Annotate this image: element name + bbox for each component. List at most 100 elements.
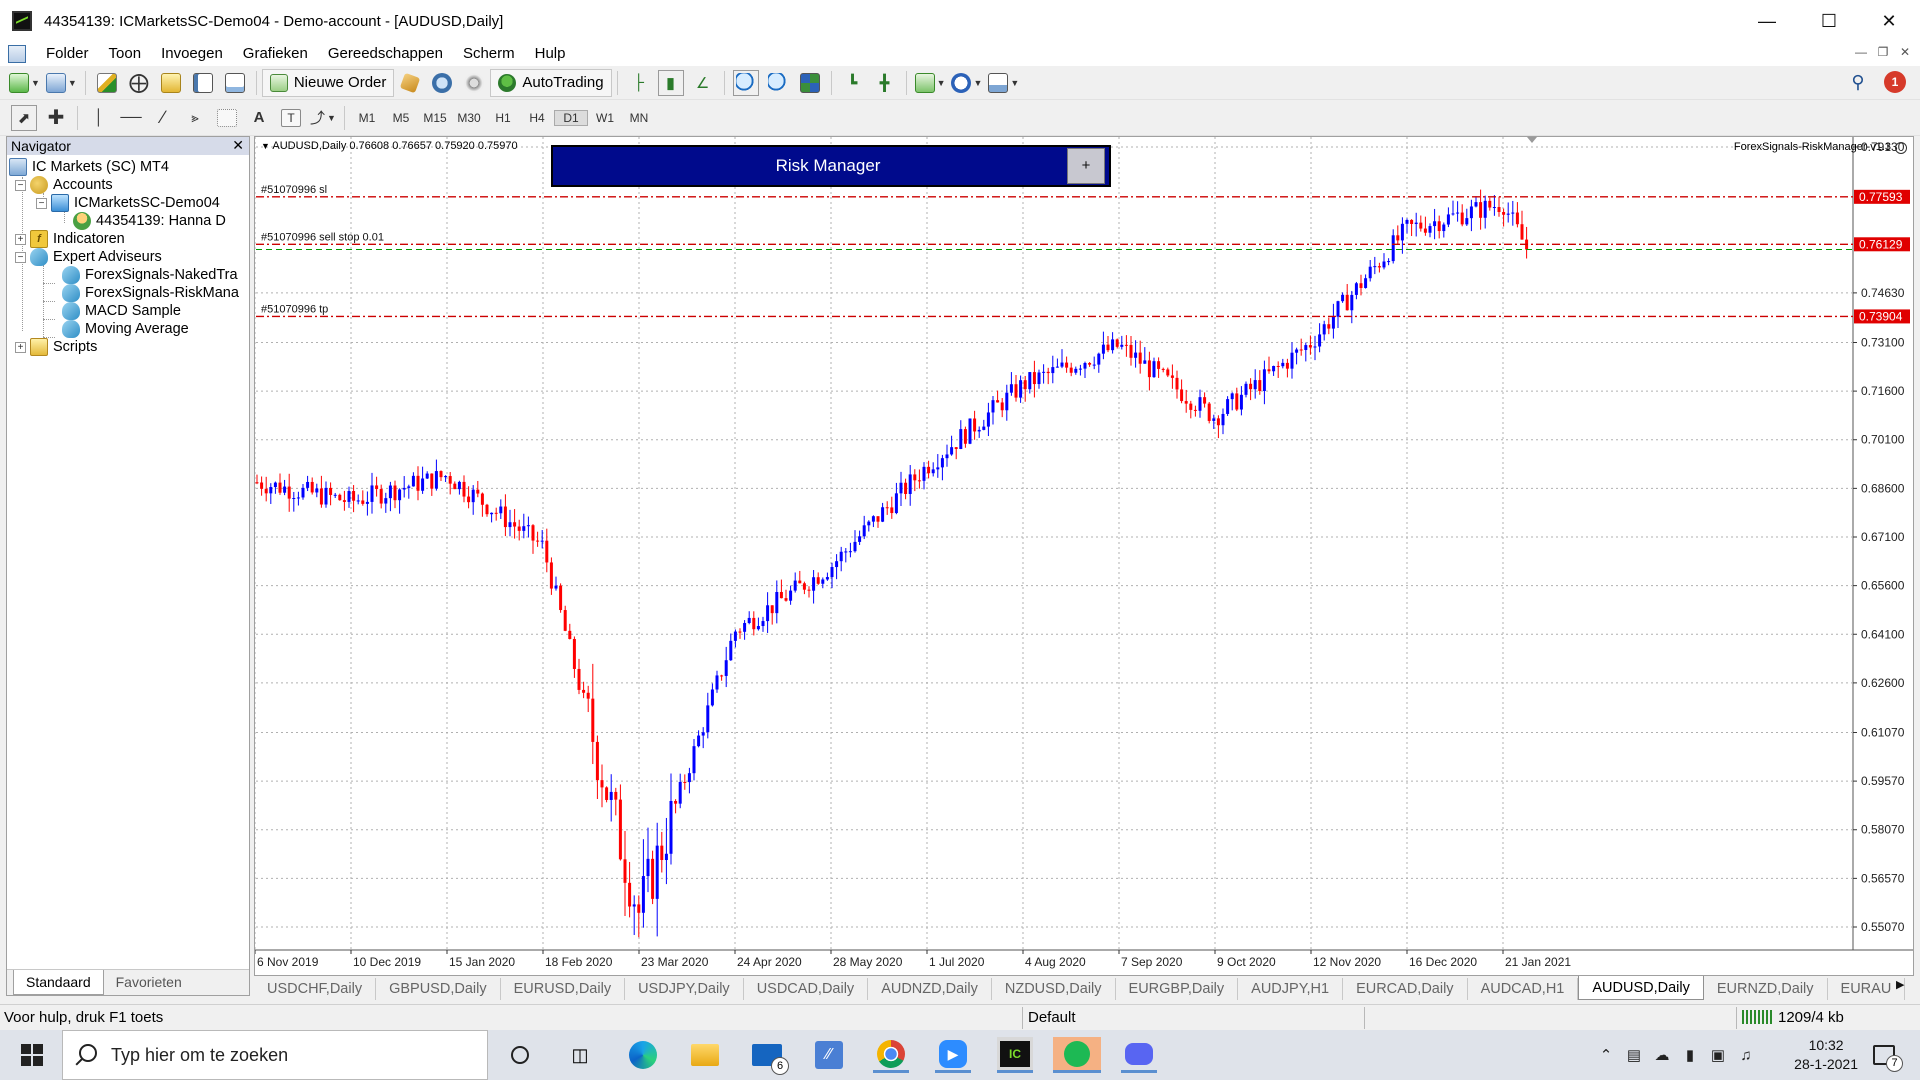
chart-shift-icon[interactable]: ┗ xyxy=(840,70,866,96)
new-order-button[interactable]: Nieuwe Order xyxy=(261,68,395,97)
vscode-like-icon[interactable]: ∕∕ xyxy=(811,1037,847,1073)
arrows-icon[interactable]: ⤴ ▼ xyxy=(310,105,336,131)
close-button[interactable]: ✕ xyxy=(1860,0,1918,42)
edge-icon[interactable] xyxy=(625,1037,661,1073)
discord-icon[interactable] xyxy=(1121,1037,1157,1073)
ea-smiley-icon[interactable] xyxy=(1895,142,1907,154)
tray-overflow-icon[interactable]: ⌃ xyxy=(1592,1046,1620,1064)
windows-start-icon[interactable] xyxy=(14,1037,50,1073)
risk-manager-expand-button[interactable]: + xyxy=(1067,148,1105,184)
line-chart-icon[interactable]: ∠ xyxy=(690,70,716,96)
autotrading-button[interactable]: AutoTrading xyxy=(490,68,612,97)
timeframe-m1[interactable]: M1 xyxy=(350,111,384,125)
zoom-icon[interactable]: ▶ xyxy=(935,1037,971,1073)
menu-gereedschappen[interactable]: Gereedschappen xyxy=(318,42,453,66)
market-icon[interactable] xyxy=(461,70,487,96)
metaeditor-icon[interactable] xyxy=(397,70,423,96)
chart-tab[interactable]: EURGBP,Daily xyxy=(1116,978,1239,1000)
templates-icon[interactable]: ▼ xyxy=(988,70,1019,96)
menu-toon[interactable]: Toon xyxy=(99,42,152,66)
tabs-scroll-right-icon[interactable]: ▶ xyxy=(1896,978,1904,991)
chrome-icon[interactable] xyxy=(873,1037,909,1073)
chart-tab[interactable]: AUDJPY,H1 xyxy=(1238,978,1344,1000)
mail-icon[interactable]: 6 xyxy=(749,1037,789,1075)
chart-menu-arrow-icon[interactable]: ▼ xyxy=(261,141,270,151)
equidistant-channel-icon[interactable]: ⪢ xyxy=(182,105,208,131)
timeframe-d1[interactable]: D1 xyxy=(554,109,588,126)
menu-invoegen[interactable]: Invoegen xyxy=(151,42,233,66)
chart-tab[interactable]: EURUSD,Daily xyxy=(501,978,626,1000)
mdi-close-icon[interactable]: ✕ xyxy=(1896,45,1914,59)
collapse-icon[interactable]: − xyxy=(15,179,26,191)
chart-tab[interactable]: NZDUSD,Daily xyxy=(992,978,1116,1000)
mdi-restore-icon[interactable]: ❐ xyxy=(1874,45,1892,59)
spotify-icon[interactable] xyxy=(1053,1037,1101,1073)
chart-tab[interactable]: USDCHF,Daily xyxy=(254,978,377,1000)
signals-icon[interactable] xyxy=(429,70,455,96)
periods-icon[interactable]: ▼ xyxy=(951,70,982,96)
file-explorer-icon[interactable] xyxy=(687,1037,723,1073)
mdi-minimize-icon[interactable]: — xyxy=(1852,45,1870,59)
navigator-icon[interactable] xyxy=(158,70,184,96)
auto-scroll-icon[interactable]: ╋ xyxy=(872,70,898,96)
taskbar-search-box[interactable]: Typ hier om te zoeken xyxy=(62,1030,488,1080)
tray-network-icon[interactable]: ▣ xyxy=(1704,1046,1732,1064)
price-chart[interactable]: 0.791300.746300.731000.716000.701000.686… xyxy=(255,137,1913,975)
metatrader-icon[interactable]: IC xyxy=(997,1037,1033,1073)
menu-hulp[interactable]: Hulp xyxy=(525,42,576,66)
chart-tab[interactable]: AUDNZD,Daily xyxy=(868,978,992,1000)
chart-tab[interactable]: AUDCAD,H1 xyxy=(1468,978,1579,1000)
status-profile[interactable]: Default xyxy=(1028,1005,1076,1031)
tray-device-icon[interactable]: ▤ xyxy=(1620,1046,1648,1064)
task-view-icon[interactable]: ◫ xyxy=(562,1037,598,1073)
collapse-icon[interactable]: − xyxy=(36,197,47,209)
text-label-icon[interactable]: T xyxy=(278,105,304,131)
chart-window-icon[interactable] xyxy=(8,45,26,63)
navigator-close-icon[interactable]: ✕ xyxy=(232,136,244,154)
search-icon[interactable]: ⚲ xyxy=(1845,70,1871,96)
tray-cloud-icon[interactable]: ☁ xyxy=(1648,1046,1676,1064)
terminal-icon[interactable] xyxy=(190,70,216,96)
chart-tab[interactable]: EURCAD,Daily xyxy=(1343,978,1468,1000)
timeframe-mn[interactable]: MN xyxy=(622,111,656,125)
chart-tab[interactable]: GBPUSD,Daily xyxy=(376,978,501,1000)
indicators-add-icon[interactable]: ▼ xyxy=(914,70,945,96)
bar-chart-icon[interactable]: ├ xyxy=(626,70,652,96)
market-watch-icon[interactable] xyxy=(94,70,120,96)
notification-badge[interactable]: 1 xyxy=(1884,71,1906,93)
chart-tab[interactable]: USDCAD,Daily xyxy=(744,978,869,1000)
nav-scripts-node[interactable]: + Scripts xyxy=(15,336,97,358)
trendline-icon[interactable]: ∕ xyxy=(150,105,176,131)
taskbar-clock[interactable]: 10:32 28-1-2021 xyxy=(1794,1036,1858,1074)
cortana-icon[interactable] xyxy=(502,1037,538,1073)
timeframe-w1[interactable]: W1 xyxy=(588,111,622,125)
zoom-in-icon[interactable] xyxy=(732,69,759,96)
tray-battery-icon[interactable]: ▮ xyxy=(1676,1046,1704,1064)
chart-tab-active[interactable]: AUDUSD,Daily xyxy=(1578,976,1704,1000)
new-chart-button[interactable]: ▼ xyxy=(9,70,40,96)
chart-window[interactable]: 0.79130 0.74630 0.73100 0.71600 0.70100 0.686… xyxy=(254,136,1914,976)
connection-status[interactable]: 1209/4 kb xyxy=(1742,1005,1844,1031)
minimize-button[interactable]: — xyxy=(1738,0,1796,42)
maximize-button[interactable]: ☐ xyxy=(1800,0,1858,42)
strategy-tester-icon[interactable] xyxy=(222,70,248,96)
collapse-icon[interactable]: − xyxy=(15,251,26,263)
vertical-line-icon[interactable]: │ xyxy=(86,105,112,131)
fibonacci-icon[interactable] xyxy=(214,105,240,131)
cursor-icon[interactable]: ⬈ xyxy=(11,104,37,131)
tray-volume-icon[interactable]: ♫ xyxy=(1732,1047,1760,1064)
text-tool-icon[interactable]: A xyxy=(246,105,272,131)
crosshair-icon[interactable]: ✚ xyxy=(43,105,69,131)
tab-standaard[interactable]: Standaard xyxy=(13,970,104,995)
risk-manager-panel[interactable]: Risk Manager + xyxy=(551,145,1111,187)
expand-icon[interactable]: + xyxy=(15,233,26,245)
candlestick-chart-icon[interactable]: ▮ xyxy=(657,69,684,96)
data-window-icon[interactable]: ⨁ xyxy=(126,70,152,96)
zoom-out-icon[interactable] xyxy=(765,70,791,96)
action-center-icon[interactable]: 7 xyxy=(1866,1037,1903,1073)
expand-icon[interactable]: + xyxy=(15,341,26,353)
menu-grafieken[interactable]: Grafieken xyxy=(233,42,318,66)
menu-scherm[interactable]: Scherm xyxy=(453,42,525,66)
profiles-button[interactable]: ▼ xyxy=(45,70,77,96)
timeframe-m15[interactable]: M15 xyxy=(418,111,452,125)
